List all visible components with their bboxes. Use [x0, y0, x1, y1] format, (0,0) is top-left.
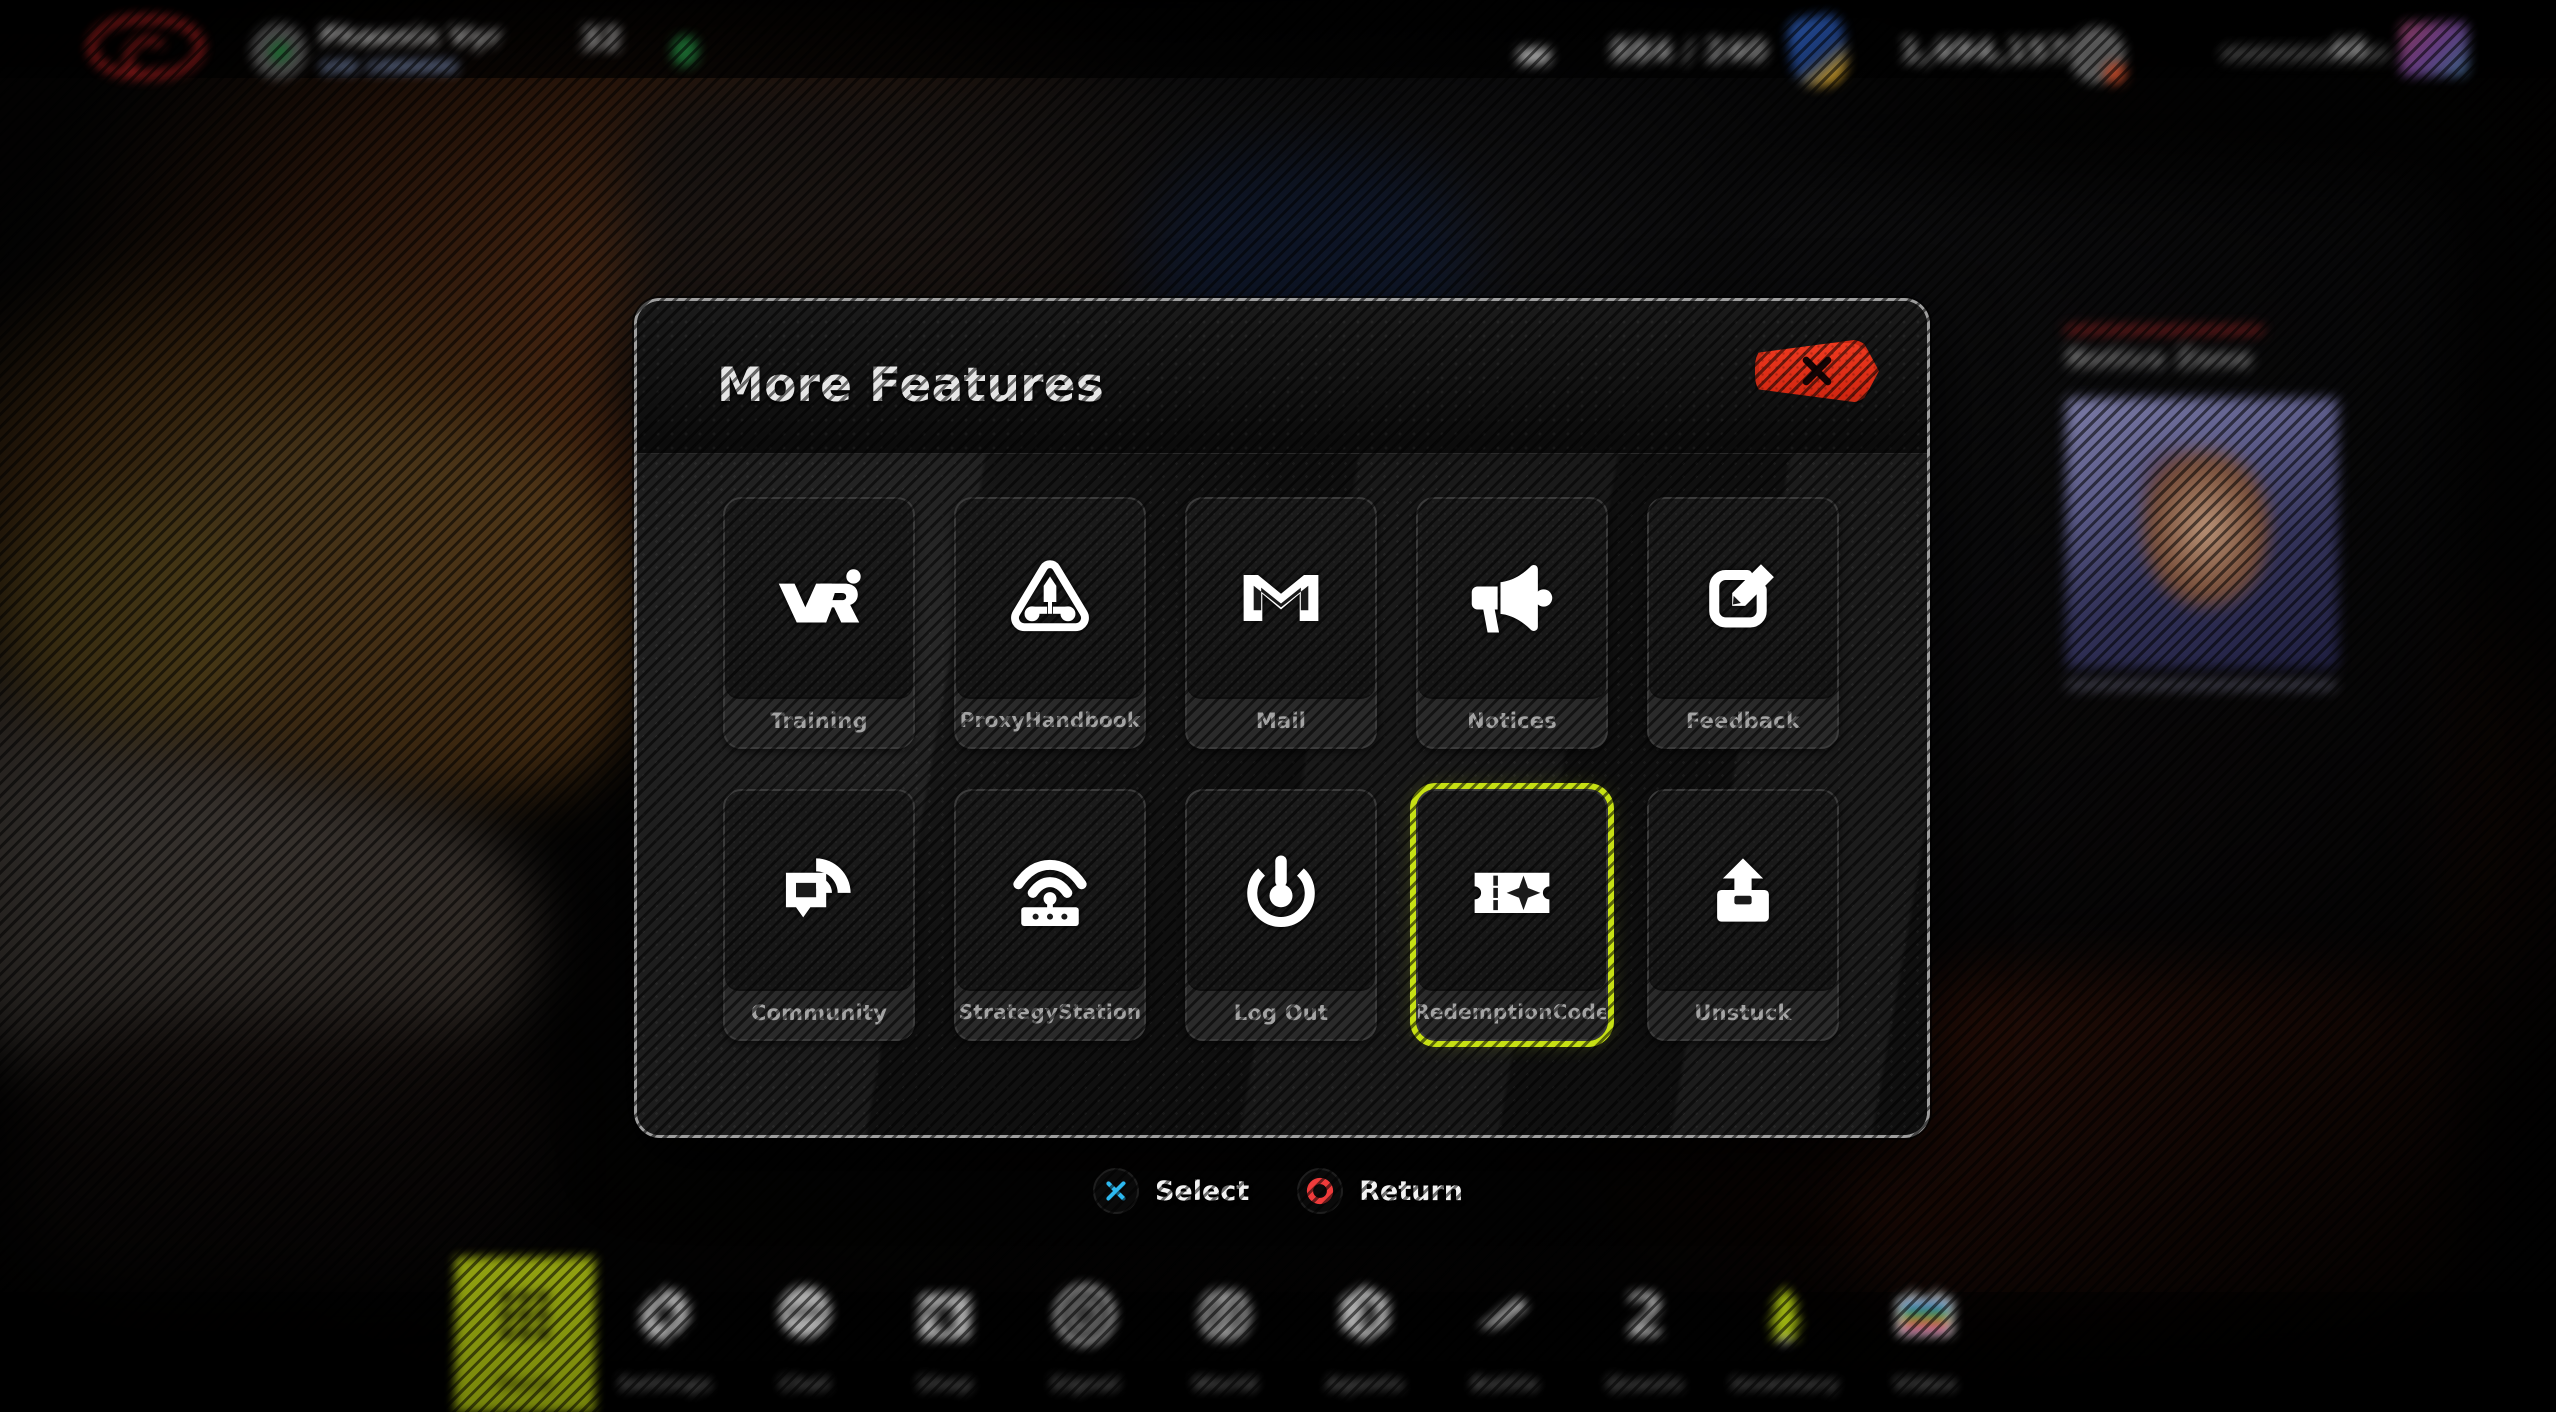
grid-dots-icon	[489, 1279, 561, 1351]
taskbar-label: Shop	[917, 1373, 973, 1395]
power-icon	[1235, 844, 1327, 936]
tile-unstuck[interactable]: Unstuck	[1647, 789, 1839, 1041]
player-level: 32	[580, 22, 622, 57]
avatar[interactable]	[252, 24, 306, 78]
taskbar-item-video[interactable]: Video	[1855, 1257, 1995, 1412]
side-card-footer	[2066, 680, 2336, 690]
circle-button-icon	[1297, 1168, 1344, 1214]
prompt-return[interactable]: Return	[1297, 1168, 1463, 1214]
taskbar-label: Chat	[779, 1373, 831, 1395]
box-up-arrow-icon	[1697, 844, 1789, 936]
taskbar-item-more[interactable]: More	[455, 1257, 595, 1412]
tile-label: Feedback	[1685, 708, 1801, 733]
side-card-title: Notice Zone	[2066, 344, 2253, 374]
taskbar-item-chat[interactable]: Chat	[735, 1257, 875, 1412]
pencil-square-icon	[1697, 552, 1789, 644]
stat-secondary: 1,494,157	[1900, 34, 2069, 69]
router-wifi-icon	[1004, 844, 1096, 936]
tile-label: Strategy Station	[958, 1000, 1142, 1025]
tile-community[interactable]: Community	[723, 789, 915, 1041]
taskbar-label: World	[1192, 1373, 1258, 1395]
numeral-2-icon: 2	[1609, 1279, 1681, 1351]
hex-badge-icon	[1329, 1279, 1401, 1351]
bottom-taskbar[interactable]: More Settings Chat Shop Signal World Age…	[0, 1257, 2556, 1412]
prompt-label: Select	[1154, 1175, 1250, 1207]
taskbar-label: Settings	[618, 1373, 712, 1395]
taskbar-item-settings[interactable]: Settings	[595, 1257, 735, 1412]
gear-icon	[629, 1279, 701, 1351]
target-icon	[1049, 1279, 1121, 1351]
close-x-icon	[1802, 356, 1832, 386]
tile-label: Proxy Handbook	[959, 708, 1141, 733]
taskbar-label: Quests	[1606, 1373, 1684, 1395]
taskbar-item-inventory[interactable]: Inventory	[1715, 1257, 1855, 1412]
tile-label: Mail	[1255, 708, 1307, 733]
button-prompt-bar: Select Return	[0, 1168, 2556, 1214]
tile-label: Log Out	[1233, 1000, 1329, 1025]
gem-icon	[1785, 12, 1851, 90]
taskbar-label: Inventory	[1731, 1373, 1839, 1395]
tile-label: Redemption Code	[1416, 1000, 1608, 1025]
stamina-icon	[672, 36, 698, 66]
tile-log-out[interactable]: Log Out	[1185, 789, 1377, 1041]
tile-notices[interactable]: Notices	[1416, 497, 1608, 749]
leaf-icon	[1749, 1279, 1821, 1351]
taskbar-item-agents[interactable]: Agents	[1295, 1257, 1435, 1412]
tile-training[interactable]: Training	[723, 497, 915, 749]
features-grid: Training Proxy Handbook Mail Notices Fee…	[723, 497, 1839, 1047]
tile-redemption-code[interactable]: Redemption Code	[1410, 783, 1614, 1047]
vr-headset-icon	[773, 552, 865, 644]
page-title: More Features	[717, 358, 1105, 413]
stat-tertiary: 48	[2330, 34, 2367, 64]
tile-proxy-handbook[interactable]: Proxy Handbook	[954, 497, 1146, 749]
taskbar-label: Video	[1893, 1373, 1957, 1395]
swirl-icon	[1469, 1279, 1541, 1351]
taskbar-label: More	[496, 1373, 554, 1395]
taskbar-item-gacha[interactable]: Signal	[1015, 1257, 1155, 1412]
cross-button-icon	[1092, 1168, 1139, 1214]
game-screen: Phaenix Vyr UID 1000000 32 884 / 240 1,4…	[0, 0, 2556, 1412]
more-features-dialog: More Features Training Proxy Handbook Ma…	[634, 298, 1930, 1138]
tv-color-icon	[1889, 1279, 1961, 1351]
stat-primary: 884 / 240	[1610, 34, 1768, 69]
player-name: Phaenix Vyr	[320, 22, 502, 52]
chat-dots-icon	[769, 1279, 841, 1351]
taskbar-label: Signal	[1050, 1373, 1120, 1395]
banner-thumb[interactable]	[2400, 22, 2468, 76]
game-logo-icon	[88, 16, 204, 79]
prompt-label: Return	[1359, 1175, 1464, 1207]
pen-nib-triangle-icon	[1004, 552, 1096, 644]
store-icon	[909, 1279, 981, 1351]
tile-label: Notices	[1467, 708, 1557, 733]
speech-wifi-icon	[773, 844, 865, 936]
prompt-select[interactable]: Select	[1092, 1168, 1250, 1214]
ticket-star-icon	[1466, 844, 1558, 936]
tile-label: Training	[770, 708, 868, 733]
top-hud-bar: Phaenix Vyr UID 1000000 32 884 / 240 1,4…	[0, 0, 2556, 110]
taskbar-item-world[interactable]: World	[1155, 1257, 1295, 1412]
tile-strategy-station[interactable]: Strategy Station	[954, 789, 1146, 1041]
globe-grid-icon	[1189, 1279, 1261, 1351]
tile-label: Community	[750, 1000, 888, 1025]
player-uid: UID 1000000	[320, 56, 458, 78]
side-card-art	[2066, 398, 2338, 668]
tile-mail[interactable]: Mail	[1185, 497, 1377, 749]
taskbar-item-quests[interactable]: 2 Quests	[1575, 1257, 1715, 1412]
currency-icon	[1518, 48, 1550, 64]
taskbar-item-shop[interactable]: Shop	[875, 1257, 1015, 1412]
coin-icon	[2070, 28, 2126, 84]
taskbar-item-battle[interactable]: Battle	[1435, 1257, 1575, 1412]
megaphone-icon	[1466, 552, 1558, 644]
mail-m-icon	[1235, 552, 1327, 644]
taskbar-label: Battle	[1471, 1373, 1539, 1395]
side-card-accent	[2064, 326, 2264, 334]
taskbar-label: Agents	[1325, 1373, 1405, 1395]
svg-text:2: 2	[1624, 1281, 1666, 1351]
tile-feedback[interactable]: Feedback	[1647, 497, 1839, 749]
notice-side-card[interactable]: Notice Zone	[2040, 320, 2360, 720]
tile-label: Unstuck	[1694, 1000, 1792, 1025]
